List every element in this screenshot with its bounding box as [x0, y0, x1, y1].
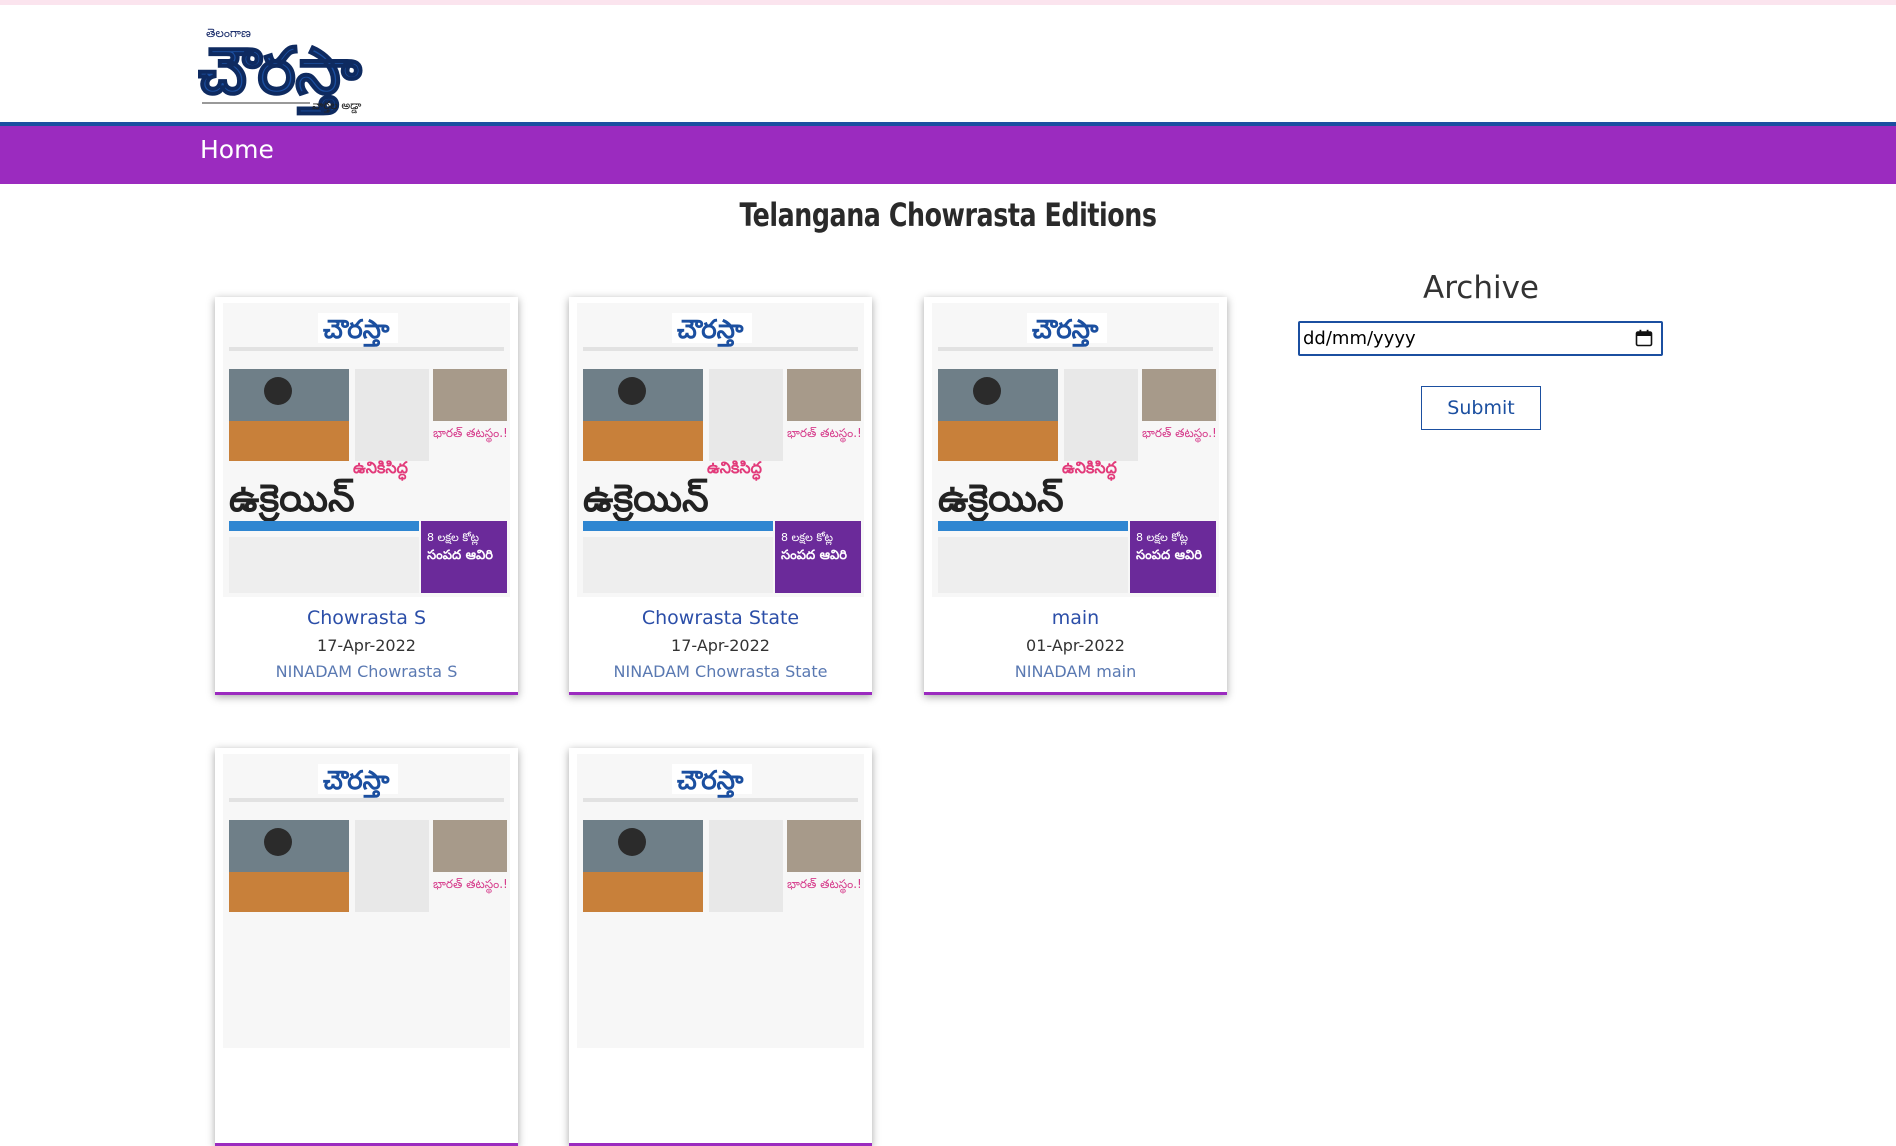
edition-card[interactable]: చౌరస్తా భారత్ తటస్థం.! ఉనికిసిద్ధ ఉక్రెయ… [569, 297, 872, 695]
edition-subtitle: NINADAM main [1014, 662, 1137, 681]
edition-card[interactable]: చౌరస్తా భారత్ తటస్థం.! ఉనికిసిద్ధ ఉక్రెయ… [924, 297, 1227, 695]
edition-date: 01-Apr-2022 [1026, 636, 1125, 655]
edition-card[interactable]: చౌరస్తా భారత్ తటస్థం.! ఉనికిసిద్ధ ఉక్రెయ… [215, 297, 518, 695]
svg-text:చౌరస్తా: చౌరస్తా [323, 766, 390, 798]
edition-thumbnail[interactable]: చౌరస్తా భారత్ తటస్థం.! ఉనికిసిద్ధ ఉక్రెయ… [577, 303, 864, 597]
svg-text:చౌరస్తా: చౌరస్తా [1032, 315, 1099, 347]
nav-home-link[interactable]: Home [200, 126, 274, 184]
chowrasta-logo[interactable]: తెలంగాణ చౌరస్తా వార్తల అడ్డా [198, 21, 418, 117]
page-title: Telangana Chowrasta Editions [739, 196, 1157, 234]
svg-text:సంపద ఆవిరి: సంపద ఆవిరి [1136, 548, 1202, 563]
edition-card[interactable]: చౌరస్తా భారత్ తటస్థం.! [215, 748, 518, 1146]
edition-date: 17-Apr-2022 [317, 636, 416, 655]
edition-thumbnail[interactable]: చౌరస్తా భారత్ తటస్థం.! [577, 754, 864, 1048]
svg-text:8 లక్షల కోట్ల: 8 లక్షల కోట్ల [781, 531, 833, 546]
svg-text:8 లక్షల కోట్ల: 8 లక్షల కోట్ల [427, 531, 479, 546]
svg-text:8 లక్షల కోట్ల: 8 లక్షల కోట్ల [1136, 531, 1188, 546]
edition-thumbnail[interactable]: చౌరస్తా భారత్ తటస్థం.! [223, 754, 510, 1048]
archive-title: Archive [1423, 270, 1539, 306]
submit-button[interactable]: Submit [1421, 386, 1541, 430]
edition-name[interactable]: main [924, 607, 1227, 629]
edition-thumbnail[interactable]: చౌరస్తా భారత్ తటస్థం.! ఉనికిసిద్ధ ఉక్రెయ… [223, 303, 510, 597]
svg-text:సంపద ఆవిరి: సంపద ఆవిరి [427, 548, 493, 563]
svg-text:చౌరస్తా: చౌరస్తా [677, 766, 744, 798]
main-navbar: Home [0, 126, 1896, 184]
svg-text:ఉక్రెయిన్: ఉక్రెయిన్ [229, 476, 355, 523]
site-header: తెలంగాణ చౌరస్తా వార్తల అడ్డా [0, 5, 1896, 123]
edition-card[interactable]: చౌరస్తా భారత్ తటస్థం.! [569, 748, 872, 1146]
svg-text:వార్తల అడ్డా: వార్తల అడ్డా [312, 99, 362, 114]
svg-text:ఉక్రెయిన్: ఉక్రెయిన్ [938, 476, 1064, 523]
svg-text:చౌరస్తా: చౌరస్తా [323, 315, 390, 347]
edition-name[interactable]: Chowrasta State [569, 607, 872, 629]
edition-name[interactable]: Chowrasta S [215, 607, 518, 629]
edition-subtitle: NINADAM Chowrasta S [275, 662, 458, 681]
date-placeholder: dd/mm/yyyy [1303, 328, 1416, 349]
svg-text:చౌరస్తా: చౌరస్తా [677, 315, 744, 347]
svg-text:సంపద ఆవిరి: సంపద ఆవిరి [781, 548, 847, 563]
calendar-icon[interactable] [1635, 329, 1653, 347]
edition-date: 17-Apr-2022 [671, 636, 770, 655]
svg-text:ఉక్రెయిన్: ఉక్రెయిన్ [583, 476, 709, 523]
edition-thumbnail[interactable]: చౌరస్తా భారత్ తటస్థం.! ఉనికిసిద్ధ ఉక్రెయ… [932, 303, 1219, 597]
archive-date-input[interactable]: dd/mm/yyyy [1298, 321, 1663, 356]
edition-subtitle: NINADAM Chowrasta State [613, 662, 828, 681]
